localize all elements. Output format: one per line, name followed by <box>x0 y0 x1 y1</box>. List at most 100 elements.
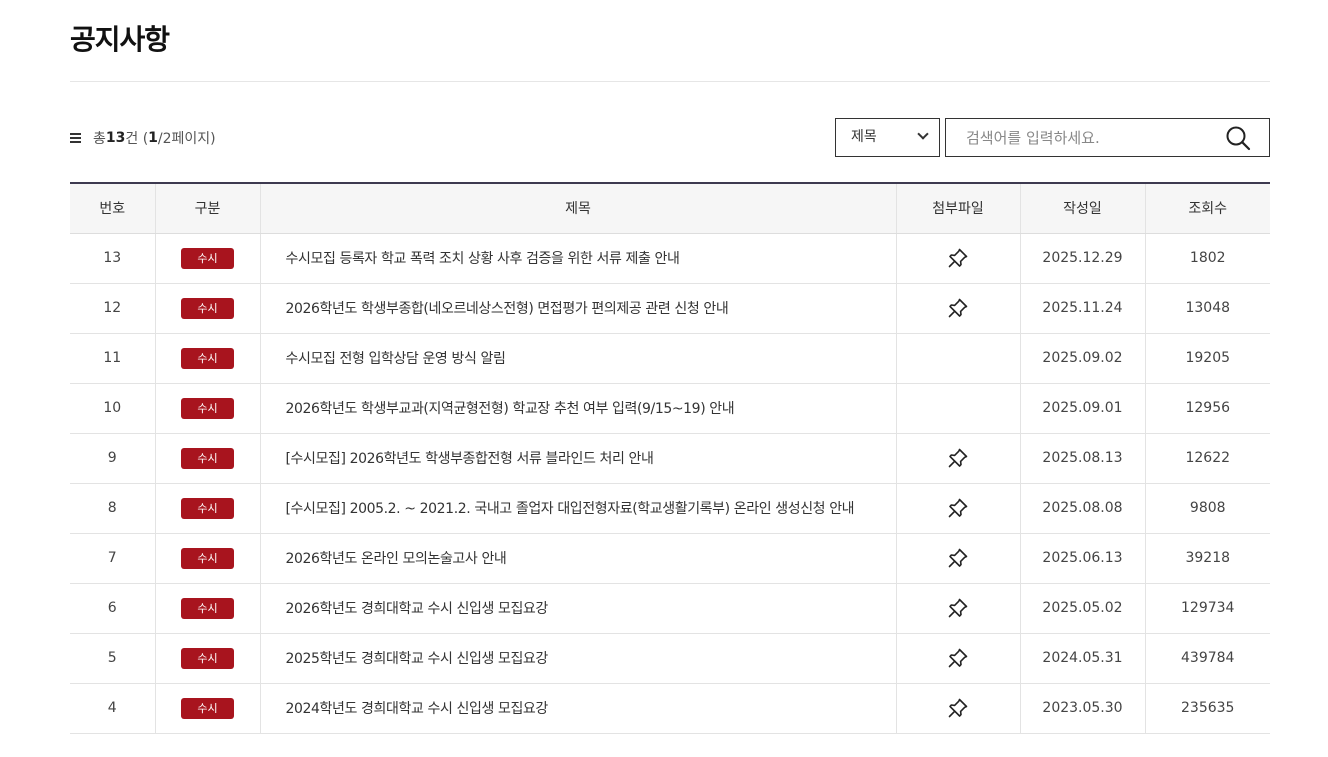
row-date: 2024.05.31 <box>1019 633 1145 684</box>
pushpin-icon[interactable] <box>947 547 969 569</box>
row-category: 수시 <box>154 233 260 284</box>
category-badge: 수시 <box>181 297 234 319</box>
row-category: 수시 <box>154 283 260 334</box>
category-badge: 수시 <box>181 497 234 519</box>
row-attachment <box>895 533 1020 584</box>
row-attachment <box>895 333 1020 384</box>
column-header-views: 조회수 <box>1144 183 1270 234</box>
row-title-link[interactable]: [수시모집] 2026학년도 학생부종합전형 서류 블라인드 처리 안내 <box>259 433 896 484</box>
row-category: 수시 <box>154 683 260 734</box>
summary-count: 13 <box>105 130 126 146</box>
pushpin-icon[interactable] <box>947 297 969 319</box>
row-attachment <box>895 683 1020 734</box>
category-badge: 수시 <box>181 697 234 719</box>
chevron-down-icon <box>917 128 929 140</box>
table-row[interactable]: 9 수시 [수시모집] 2026학년도 학생부종합전형 서류 블라인드 처리 안내 2… <box>70 433 1270 484</box>
category-badge: 수시 <box>181 647 234 669</box>
row-views: 39218 <box>1144 533 1270 584</box>
search-icon[interactable] <box>1225 125 1251 151</box>
pushpin-icon[interactable] <box>947 247 969 269</box>
column-header-attachment: 첨부파일 <box>895 183 1020 234</box>
row-number: 4 <box>70 683 155 734</box>
page-title: 공지사항 <box>70 23 170 56</box>
table-header-row: 번호 구분 제목 첨부파일 작성일 조회수 <box>70 183 1270 234</box>
row-views: 439784 <box>1144 633 1270 684</box>
table-row[interactable]: 10 수시 2026학년도 학생부교과(지역균형전형) 학교장 추천 여부 입력(9… <box>70 383 1270 434</box>
row-title-link[interactable]: 2026학년도 학생부종합(네오르네상스전형) 면접평가 편의제공 관련 신청 … <box>259 283 896 334</box>
column-header-title: 제목 <box>259 183 896 234</box>
column-header-category: 구분 <box>154 183 260 234</box>
table-row[interactable]: 8 수시 [수시모집] 2005.2. ~ 2021.2. 국내고 졸업자 대입전형… <box>70 483 1270 534</box>
row-category: 수시 <box>154 633 260 684</box>
row-views: 129734 <box>1144 583 1270 634</box>
row-views: 13048 <box>1144 283 1270 334</box>
title-divider <box>70 81 1270 82</box>
row-number: 9 <box>70 433 155 484</box>
row-date: 2025.11.24 <box>1019 283 1145 334</box>
row-category: 수시 <box>154 483 260 534</box>
row-category: 수시 <box>154 383 260 434</box>
row-views: 235635 <box>1144 683 1270 734</box>
row-date: 2025.08.13 <box>1019 433 1145 484</box>
pushpin-icon[interactable] <box>947 647 969 669</box>
category-badge: 수시 <box>181 247 234 269</box>
row-number: 13 <box>70 233 155 284</box>
category-badge: 수시 <box>181 347 234 369</box>
row-title-link[interactable]: 2024학년도 경희대학교 수시 신입생 모집요강 <box>259 683 896 734</box>
pushpin-icon[interactable] <box>947 597 969 619</box>
table-row[interactable]: 6 수시 2026학년도 경희대학교 수시 신입생 모집요강 2025.05.02 12… <box>70 583 1270 634</box>
row-attachment <box>895 633 1020 684</box>
row-views: 9808 <box>1144 483 1270 534</box>
row-title-link[interactable]: 수시모집 전형 입학상담 운영 방식 알림 <box>259 333 896 384</box>
summary-prefix: 총 <box>93 131 106 147</box>
search-box <box>945 118 1270 157</box>
notice-table: 번호 구분 제목 첨부파일 작성일 조회수 13 수시 수시모집 등록자 학교 폭력… <box>70 182 1270 734</box>
row-title-link[interactable]: 2025학년도 경희대학교 수시 신입생 모집요강 <box>259 633 896 684</box>
category-badge: 수시 <box>181 547 234 569</box>
pushpin-icon[interactable] <box>947 447 969 469</box>
hamburger-icon <box>70 133 81 143</box>
row-category: 수시 <box>154 333 260 384</box>
table-row[interactable]: 12 수시 2026학년도 학생부종합(네오르네상스전형) 면접평가 편의제공 관련… <box>70 283 1270 334</box>
row-attachment <box>895 433 1020 484</box>
row-number: 6 <box>70 583 155 634</box>
row-category: 수시 <box>154 433 260 484</box>
row-views: 12956 <box>1144 383 1270 434</box>
summary-count-suffix: 건 ( <box>125 131 149 147</box>
row-title-link[interactable]: 수시모집 등록자 학교 폭력 조치 상황 사후 검증을 위한 서류 제출 안내 <box>259 233 896 284</box>
pushpin-icon[interactable] <box>947 697 969 719</box>
row-category: 수시 <box>154 533 260 584</box>
table-row[interactable]: 13 수시 수시모집 등록자 학교 폭력 조치 상황 사후 검증을 위한 서류 제출… <box>70 233 1270 284</box>
row-number: 11 <box>70 333 155 384</box>
column-header-no: 번호 <box>70 183 155 234</box>
row-number: 7 <box>70 533 155 584</box>
row-title-link[interactable]: 2026학년도 온라인 모의논술고사 안내 <box>259 533 896 584</box>
search-field-select[interactable]: 제목 <box>835 118 940 157</box>
row-views: 19205 <box>1144 333 1270 384</box>
category-badge: 수시 <box>181 397 234 419</box>
table-row[interactable]: 5 수시 2025학년도 경희대학교 수시 신입생 모집요강 2024.05.31 43… <box>70 633 1270 684</box>
table-row[interactable]: 7 수시 2026학년도 온라인 모의논술고사 안내 2025.06.13 39218 <box>70 533 1270 584</box>
row-date: 2025.12.29 <box>1019 233 1145 284</box>
row-attachment <box>895 233 1020 284</box>
row-views: 1802 <box>1144 233 1270 284</box>
row-title-link[interactable]: 2026학년도 학생부교과(지역균형전형) 학교장 추천 여부 입력(9/15~… <box>259 383 896 434</box>
row-category: 수시 <box>154 583 260 634</box>
row-number: 5 <box>70 633 155 684</box>
row-views: 12622 <box>1144 433 1270 484</box>
search-field-select-value: 제목 <box>851 129 877 145</box>
row-attachment <box>895 283 1020 334</box>
row-title-link[interactable]: [수시모집] 2005.2. ~ 2021.2. 국내고 졸업자 대입전형자료(… <box>259 483 896 534</box>
table-row[interactable]: 4 수시 2024학년도 경희대학교 수시 신입생 모집요강 2023.05.30 23… <box>70 683 1270 734</box>
table-row[interactable]: 11 수시 수시모집 전형 입학상담 운영 방식 알림 2025.09.02 19205 <box>70 333 1270 384</box>
board-toolbar: 총 13 건 ( 1 /2페이지) 제목 <box>70 118 1270 157</box>
row-date: 2025.09.01 <box>1019 383 1145 434</box>
pushpin-icon[interactable] <box>947 497 969 519</box>
search-input[interactable] <box>946 119 1216 156</box>
row-number: 10 <box>70 383 155 434</box>
row-attachment <box>895 483 1020 534</box>
row-title-link[interactable]: 2026학년도 경희대학교 수시 신입생 모집요강 <box>259 583 896 634</box>
category-badge: 수시 <box>181 597 234 619</box>
row-date: 2023.05.30 <box>1019 683 1145 734</box>
row-date: 2025.06.13 <box>1019 533 1145 584</box>
